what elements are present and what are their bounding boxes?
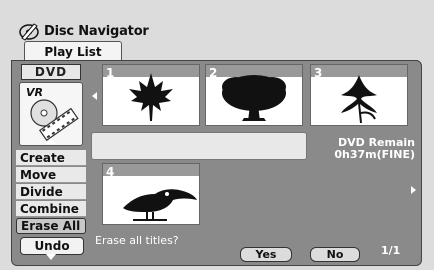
menu-item-erase-all[interactable]: Erase All	[16, 218, 86, 234]
title-thumbnail-2[interactable]: 2	[205, 64, 303, 126]
tree-icon	[206, 65, 302, 121]
undo-button[interactable]: Undo	[20, 237, 84, 255]
disc-navigator-icon	[19, 23, 39, 41]
disc-remain-info: DVD Remain 0h37m(FINE)	[315, 137, 415, 161]
previous-page-icon[interactable]	[92, 92, 97, 100]
yes-button[interactable]: Yes	[240, 247, 292, 262]
title-number: 3	[314, 66, 323, 80]
remain-time: 0h37m(FINE)	[334, 148, 415, 161]
menu-item-move[interactable]: Move	[16, 167, 86, 183]
title-bar: Disc Navigator	[18, 20, 149, 42]
tab-play-list[interactable]: Play List	[24, 41, 122, 62]
dialog-question: Erase all titles?	[95, 234, 179, 247]
page-indicator: 1/1	[381, 244, 401, 257]
no-button[interactable]: No	[310, 247, 360, 262]
app-title: Disc Navigator	[44, 23, 149, 39]
toucan-icon	[103, 164, 199, 221]
next-page-icon[interactable]	[411, 186, 416, 194]
lily-flower-icon	[311, 65, 407, 124]
disc-format-box: VR	[19, 82, 83, 146]
menu-item-create[interactable]: Create	[16, 150, 86, 166]
scroll-up-icon[interactable]	[46, 138, 56, 144]
menu-item-divide[interactable]: Divide	[16, 184, 86, 200]
title-thumbnail-3[interactable]: 3	[310, 64, 408, 126]
title-thumbnail-4[interactable]: 4	[102, 163, 200, 225]
title-number: 4	[106, 165, 115, 179]
title-number: 2	[209, 66, 218, 80]
vr-disc-icon	[30, 99, 79, 142]
title-info-bar	[91, 132, 307, 160]
menu-item-combine[interactable]: Combine	[16, 201, 86, 217]
title-number: 1	[106, 66, 115, 80]
scroll-down-icon[interactable]	[46, 254, 56, 260]
maple-leaf-icon	[103, 65, 199, 121]
title-thumbnail-1[interactable]: 1	[102, 64, 200, 126]
sidebar: DVD VR Create Move Divide Combine Erase …	[16, 62, 86, 260]
disc-type-label: DVD	[21, 64, 81, 80]
